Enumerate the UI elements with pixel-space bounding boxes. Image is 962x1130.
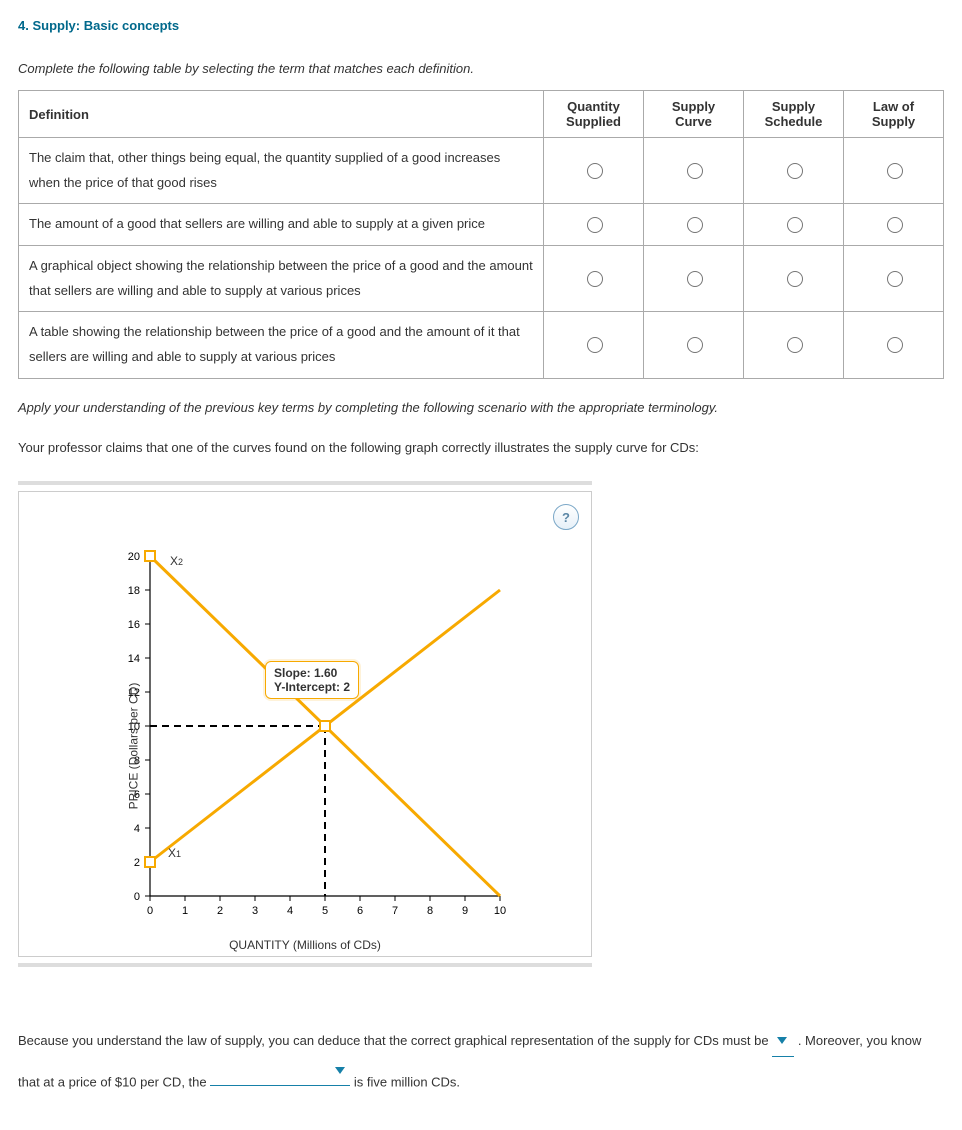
svg-text:4: 4 xyxy=(287,905,293,917)
svg-text:2: 2 xyxy=(217,905,223,917)
svg-text:18: 18 xyxy=(128,585,140,597)
radio-option[interactable] xyxy=(687,163,703,179)
col-definition: Definition xyxy=(19,91,544,138)
table-instruction: Complete the following table by selectin… xyxy=(18,61,944,76)
dropdown-icon xyxy=(776,1027,788,1056)
radio-option[interactable] xyxy=(687,271,703,287)
radio-option[interactable] xyxy=(587,163,603,179)
svg-text:10: 10 xyxy=(494,905,506,917)
radio-option[interactable] xyxy=(687,337,703,353)
svg-text:1: 1 xyxy=(182,905,188,917)
series-label-x1: X1 xyxy=(168,846,181,860)
definition-table: Definition Quantity Supplied Supply Curv… xyxy=(18,90,944,379)
radio-option[interactable] xyxy=(787,271,803,287)
svg-text:0: 0 xyxy=(147,905,153,917)
radio-option[interactable] xyxy=(887,271,903,287)
svg-text:7: 7 xyxy=(392,905,398,917)
y-axis-label: PRICE (Dollars per CD) xyxy=(126,683,140,810)
radio-option[interactable] xyxy=(687,217,703,233)
radio-option[interactable] xyxy=(587,271,603,287)
svg-text:3: 3 xyxy=(252,905,258,917)
svg-text:16: 16 xyxy=(128,619,140,631)
definition-text: The claim that, other things being equal… xyxy=(19,138,544,204)
radio-option[interactable] xyxy=(887,163,903,179)
radio-option[interactable] xyxy=(587,217,603,233)
col-opt-1: Supply Curve xyxy=(644,91,744,138)
svg-text:4: 4 xyxy=(134,823,140,835)
col-opt-3: Law of Supply xyxy=(844,91,944,138)
closing-text-1: Because you understand the law of supply… xyxy=(18,1033,772,1048)
radio-option[interactable] xyxy=(887,217,903,233)
supply-chart[interactable]: 01234567891002468101214161820 xyxy=(90,546,520,946)
closing-paragraph: Because you understand the law of supply… xyxy=(18,1027,944,1097)
dropdown-curve[interactable] xyxy=(772,1027,794,1057)
scenario-instruction: Apply your understanding of the previous… xyxy=(18,397,944,419)
dropdown-term[interactable] xyxy=(210,1057,350,1087)
closing-text-3: is five million CDs. xyxy=(354,1074,460,1089)
col-opt-2: Supply Schedule xyxy=(744,91,844,138)
graph-panel: ? PRICE (Dollars per CD) 0 1 2 3 4 5 6 7 8 9 10 0 2 4… xyxy=(18,491,592,957)
radio-option[interactable] xyxy=(887,337,903,353)
radio-option[interactable] xyxy=(787,163,803,179)
svg-text:6: 6 xyxy=(357,905,363,917)
tooltip-yint: Y-Intercept: 2 xyxy=(274,680,350,694)
svg-text:0: 0 xyxy=(134,891,140,903)
series-label-x2: X2 xyxy=(170,554,183,568)
svg-text:5: 5 xyxy=(322,905,328,917)
svg-text:2: 2 xyxy=(134,857,140,869)
svg-text:9: 9 xyxy=(462,905,468,917)
radio-option[interactable] xyxy=(787,217,803,233)
definition-text: A table showing the relationship between… xyxy=(19,312,544,378)
x-axis-label: QUANTITY (Millions of CDs) xyxy=(90,938,520,952)
tooltip-slope: Slope: 1.60 xyxy=(274,666,337,680)
definition-text: A graphical object showing the relations… xyxy=(19,246,544,312)
svg-text:20: 20 xyxy=(128,551,140,563)
definition-text: The amount of a good that sellers are wi… xyxy=(19,204,544,246)
svg-text:14: 14 xyxy=(128,653,140,665)
svg-text:8: 8 xyxy=(427,905,433,917)
radio-option[interactable] xyxy=(787,337,803,353)
graph-help-button[interactable]: ? xyxy=(553,504,579,530)
col-opt-0: Quantity Supplied xyxy=(544,91,644,138)
page-title: 4. Supply: Basic concepts xyxy=(18,18,944,33)
dropdown-icon xyxy=(334,1057,346,1086)
scenario-text: Your professor claims that one of the cu… xyxy=(18,437,944,459)
line-tooltip: Slope: 1.60 Y-Intercept: 2 xyxy=(265,661,359,699)
radio-option[interactable] xyxy=(587,337,603,353)
